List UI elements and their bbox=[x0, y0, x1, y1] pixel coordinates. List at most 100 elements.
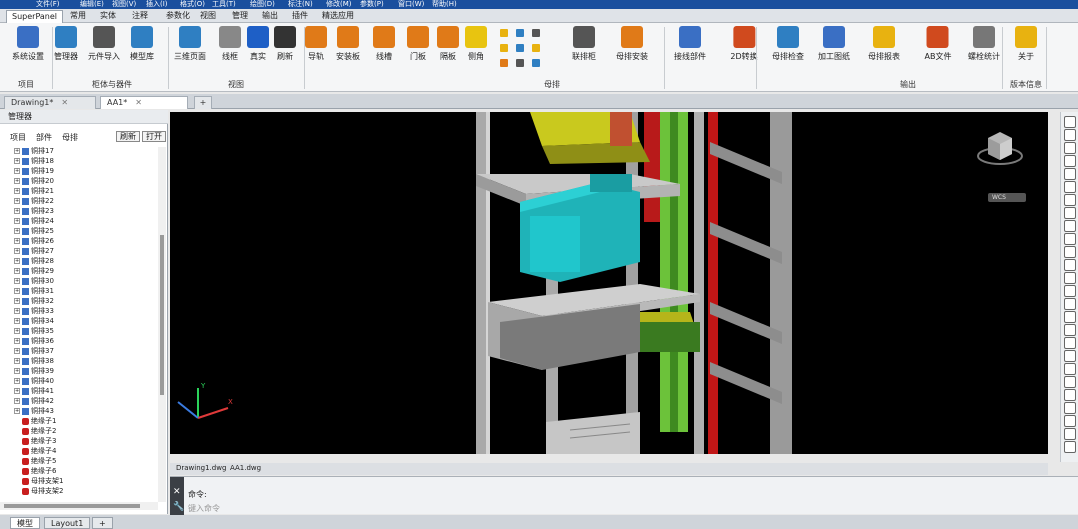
tree-item[interactable]: 绝缘子2 bbox=[14, 427, 56, 436]
refresh-button[interactable]: 刷新 bbox=[116, 131, 140, 142]
tree-item[interactable]: + 铜排29 bbox=[14, 267, 54, 276]
tree-item[interactable]: + 铜排26 bbox=[14, 237, 54, 246]
ribbon-tab[interactable]: 插件 bbox=[292, 10, 308, 23]
expand-icon[interactable]: + bbox=[14, 208, 20, 214]
ribbon-button[interactable]: 母排报表 bbox=[868, 26, 900, 62]
ribbon-button[interactable]: 三维页面 bbox=[174, 26, 206, 62]
ribbon-tab[interactable]: SuperPanel bbox=[6, 10, 64, 23]
tree-item[interactable]: + 铜排18 bbox=[14, 157, 54, 166]
add-layout-button[interactable]: + bbox=[92, 517, 113, 529]
command-input[interactable]: 键入命令 bbox=[188, 503, 220, 514]
tool-icon[interactable] bbox=[1064, 194, 1076, 206]
scroll-thumb-h[interactable] bbox=[4, 504, 140, 508]
tree-item[interactable]: + 铜排23 bbox=[14, 207, 54, 216]
menu-item[interactable]: 参数(P) bbox=[360, 0, 384, 9]
wrench-icon[interactable]: 🔧 bbox=[173, 502, 184, 512]
tree-item[interactable]: + 铜排36 bbox=[14, 337, 54, 346]
tree-item[interactable]: + 铜排39 bbox=[14, 367, 54, 376]
ribbon-tab[interactable]: 输出 bbox=[262, 10, 278, 23]
ribbon-small-icon[interactable] bbox=[532, 44, 540, 52]
tree-item[interactable]: + 铜排41 bbox=[14, 387, 54, 396]
tree-item[interactable]: + 铜排37 bbox=[14, 347, 54, 356]
tool-icon[interactable] bbox=[1064, 181, 1076, 193]
ribbon-small-icon[interactable] bbox=[500, 44, 508, 52]
expand-icon[interactable]: + bbox=[14, 248, 20, 254]
ribbon-button[interactable]: 母排检查 bbox=[772, 26, 804, 62]
tree-item[interactable]: + 铜排17 bbox=[14, 147, 54, 156]
ribbon-button[interactable]: 系统设置 bbox=[12, 26, 44, 62]
tool-icon[interactable] bbox=[1064, 389, 1076, 401]
expand-icon[interactable]: + bbox=[14, 278, 20, 284]
expand-icon[interactable]: + bbox=[14, 378, 20, 384]
menu-item[interactable]: 编辑(E) bbox=[80, 0, 104, 9]
tool-icon[interactable] bbox=[1064, 337, 1076, 349]
close-icon[interactable]: ✕ bbox=[173, 487, 181, 497]
tree-item[interactable]: + 铜排38 bbox=[14, 357, 54, 366]
tool-icon[interactable] bbox=[1064, 298, 1076, 310]
tree-item[interactable]: + 铜排28 bbox=[14, 257, 54, 266]
tree-item[interactable]: + 铜排27 bbox=[14, 247, 54, 256]
expand-icon[interactable]: + bbox=[14, 288, 20, 294]
ribbon-button[interactable]: 元件导入 bbox=[88, 26, 120, 62]
menu-item[interactable]: 文件(F) bbox=[36, 0, 60, 9]
scroll-thumb[interactable] bbox=[160, 235, 164, 395]
tool-icon[interactable] bbox=[1064, 376, 1076, 388]
tree-item[interactable]: 母排支架2 bbox=[14, 487, 63, 496]
tool-icon[interactable] bbox=[1064, 129, 1076, 141]
ribbon-small-icon[interactable] bbox=[500, 29, 508, 37]
tree-item[interactable]: + 铜排19 bbox=[14, 167, 54, 176]
close-icon[interactable]: ✕ bbox=[135, 98, 142, 107]
tool-icon[interactable] bbox=[1064, 246, 1076, 258]
expand-icon[interactable]: + bbox=[14, 148, 20, 154]
tool-icon[interactable] bbox=[1064, 207, 1076, 219]
expand-icon[interactable]: + bbox=[14, 198, 20, 204]
tree-item[interactable]: + 铜排32 bbox=[14, 297, 54, 306]
tool-icon[interactable] bbox=[1064, 363, 1076, 375]
expand-icon[interactable]: + bbox=[14, 238, 20, 244]
ribbon-button[interactable]: 联排柜 bbox=[572, 26, 596, 62]
menu-item[interactable]: 格式(O) bbox=[180, 0, 205, 9]
close-icon[interactable]: ✕ bbox=[61, 98, 68, 107]
tree-item[interactable]: 绝缘子4 bbox=[14, 447, 56, 456]
file-tab-drawing1[interactable]: Drawing1.dwg bbox=[176, 464, 226, 472]
tree-item[interactable]: 绝缘子6 bbox=[14, 467, 56, 476]
ribbon-button[interactable]: 侧角 bbox=[465, 26, 487, 62]
tool-icon[interactable] bbox=[1064, 402, 1076, 414]
ribbon-small-icon[interactable] bbox=[532, 59, 540, 67]
ribbon-button[interactable]: 模型库 bbox=[130, 26, 154, 62]
tool-icon[interactable] bbox=[1064, 155, 1076, 167]
expand-icon[interactable]: + bbox=[14, 178, 20, 184]
ribbon-button[interactable]: 导轨 bbox=[305, 26, 327, 62]
menu-item[interactable]: 绘图(D) bbox=[250, 0, 275, 9]
expand-icon[interactable]: + bbox=[14, 308, 20, 314]
menu-item[interactable]: 帮助(H) bbox=[432, 0, 457, 9]
ribbon-button[interactable]: 螺栓统计 bbox=[968, 26, 1000, 62]
tab-model[interactable]: 模型 bbox=[10, 517, 40, 529]
ribbon-tab[interactable]: 视图 bbox=[200, 10, 216, 23]
expand-icon[interactable]: + bbox=[14, 338, 20, 344]
expand-icon[interactable]: + bbox=[14, 218, 20, 224]
ribbon-button[interactable]: 线框 bbox=[219, 26, 241, 62]
tool-icon[interactable] bbox=[1064, 285, 1076, 297]
menu-item[interactable]: 修改(M) bbox=[326, 0, 352, 9]
tool-icon[interactable] bbox=[1064, 415, 1076, 427]
ribbon-small-icon[interactable] bbox=[516, 29, 524, 37]
new-tab-button[interactable]: + bbox=[194, 96, 212, 109]
ribbon-button[interactable]: 母排安装 bbox=[616, 26, 648, 62]
expand-icon[interactable]: + bbox=[14, 408, 20, 414]
tree-item[interactable]: + 铜排33 bbox=[14, 307, 54, 316]
tree-h-scrollbar[interactable] bbox=[0, 502, 158, 510]
ribbon-tab[interactable]: 常用 bbox=[70, 10, 86, 23]
tool-icon[interactable] bbox=[1064, 233, 1076, 245]
tree-item[interactable]: + 铜排21 bbox=[14, 187, 54, 196]
ribbon-small-icon[interactable] bbox=[532, 29, 540, 37]
menu-item[interactable]: 工具(T) bbox=[212, 0, 236, 9]
tree-item[interactable]: + 铜排24 bbox=[14, 217, 54, 226]
tool-icon[interactable] bbox=[1064, 324, 1076, 336]
tree-item[interactable]: + 铜排43 bbox=[14, 407, 54, 416]
tree-item[interactable]: 绝缘子5 bbox=[14, 457, 56, 466]
ribbon-button[interactable]: 关于 bbox=[1015, 26, 1037, 62]
ribbon-button[interactable]: 加工图纸 bbox=[818, 26, 850, 62]
ribbon-small-icon[interactable] bbox=[500, 59, 508, 67]
tool-icon[interactable] bbox=[1064, 428, 1076, 440]
